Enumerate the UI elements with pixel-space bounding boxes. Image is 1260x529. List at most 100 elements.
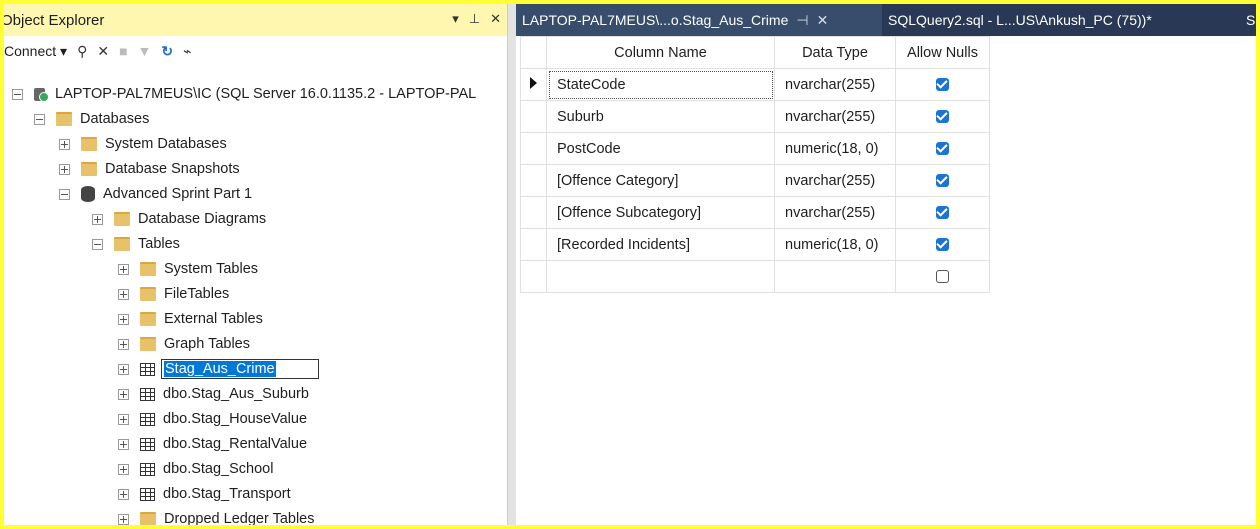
window-position-dropdown-icon[interactable]: ▾ [452,11,459,27]
tab-label: S [1246,12,1256,28]
column-name-cell[interactable]: [Recorded Incidents] [546,228,775,261]
column-name-cell[interactable]: StateCode [546,68,775,101]
table-row[interactable]: Suburb nvarchar(255) [520,100,990,133]
allow-nulls-checkbox[interactable] [936,78,949,92]
tree-node-table[interactable]: dbo.Stag_HouseValue [118,407,307,431]
tree-node-dropped-ledger-tables[interactable]: Dropped Ledger Tables [118,507,314,525]
folder-icon [140,512,156,525]
column-name-cell[interactable]: [Offence Category] [546,164,775,197]
allow-nulls-cell[interactable] [895,196,990,229]
collapse-toggle[interactable] [92,238,103,250]
tree-node-table[interactable]: dbo.Stag_Transport [118,482,291,506]
table-row[interactable]: [Offence Subcategory] nvarchar(255) [520,196,990,229]
tree-label: Database Diagrams [138,211,267,227]
tab-overflow[interactable]: S [1246,4,1255,36]
expand-toggle[interactable] [118,363,129,375]
allow-nulls-checkbox[interactable] [936,142,949,156]
tree-node-tables[interactable]: Tables [92,232,180,256]
expand-toggle[interactable] [118,513,129,525]
stop-icon[interactable]: ■ [119,43,127,59]
data-type-cell[interactable]: nvarchar(255) [774,164,896,197]
allow-nulls-cell[interactable] [895,260,990,293]
table-row[interactable]: [Offence Category] nvarchar(255) [520,164,990,197]
tree-node-system-tables[interactable]: System Tables [118,257,258,281]
pin-icon[interactable]: ⊥ [469,11,480,27]
connect-plug-icon[interactable]: ⚲ [77,43,87,60]
tree-node-database-diagrams[interactable]: Database Diagrams [92,207,266,231]
expand-toggle[interactable] [118,388,129,400]
column-name-cell[interactable]: [Offence Subcategory] [546,196,775,229]
row-selector[interactable] [520,132,547,165]
tree-node-external-tables[interactable]: External Tables [118,307,263,331]
row-selector[interactable] [520,260,547,293]
table-row[interactable]: StateCode nvarchar(255) [520,68,990,101]
refresh-icon[interactable]: ↻ [161,43,173,60]
tree-label: FileTables [164,286,230,302]
tree-node-filetables[interactable]: FileTables [118,282,229,306]
expand-toggle[interactable] [118,488,129,500]
column-name-cell[interactable]: Suburb [546,100,775,133]
object-explorer-title: Object Explorer [4,11,105,29]
tree-node-table[interactable]: dbo.Stag_School [118,457,273,481]
expand-toggle[interactable] [59,138,70,150]
expand-toggle[interactable] [92,213,103,225]
data-type-cell[interactable] [774,260,896,293]
collapse-toggle[interactable] [59,188,70,200]
tree-node-database-snapshots[interactable]: Database Snapshots [59,157,240,181]
allow-nulls-checkbox[interactable] [936,174,949,188]
allow-nulls-cell[interactable] [895,132,990,165]
tree-node-graph-tables[interactable]: Graph Tables [118,332,250,356]
allow-nulls-cell[interactable] [895,68,990,101]
allow-nulls-checkbox[interactable] [936,206,949,220]
tree-node-server[interactable]: LAPTOP-PAL7MEUS\IC (SQL Server 16.0.1135… [12,82,476,106]
expand-toggle[interactable] [118,338,129,350]
tab-close-icon[interactable]: ✕ [817,12,829,29]
expand-toggle[interactable] [59,163,70,175]
data-type-cell[interactable]: numeric(18, 0) [774,228,896,261]
expand-toggle[interactable] [118,463,129,475]
expand-toggle[interactable] [118,413,129,425]
table-row[interactable]: PostCode numeric(18, 0) [520,132,990,165]
data-type-header: Data Type [774,36,896,69]
activity-monitor-icon[interactable]: ⌁ [183,43,191,60]
disconnect-icon[interactable]: ✕ [97,43,109,60]
data-type-cell[interactable]: nvarchar(255) [774,100,896,133]
tree-node-system-databases[interactable]: System Databases [59,132,227,156]
expand-toggle[interactable] [118,313,129,325]
data-type-cell[interactable]: numeric(18, 0) [774,132,896,165]
rename-table-input[interactable]: Stag_Aus_Crime [161,359,319,379]
row-selector[interactable] [520,228,547,261]
tree-node-table-renaming[interactable]: Stag_Aus_Crime [118,357,319,381]
expand-toggle[interactable] [118,438,129,450]
collapse-toggle[interactable] [12,88,23,100]
connect-button[interactable]: Connect ▾ [4,43,67,60]
column-name-cell[interactable]: PostCode [546,132,775,165]
table-row[interactable]: [Recorded Incidents] numeric(18, 0) [520,228,990,261]
tab-table-designer[interactable]: LAPTOP-PAL7MEUS\...o.Stag_Aus_Crime ⊣ ✕ [516,4,882,36]
tab-pin-icon[interactable]: ⊣ [796,12,808,29]
collapse-toggle[interactable] [34,113,45,125]
tree-node-table[interactable]: dbo.Stag_Aus_Suburb [118,382,309,406]
column-name-cell[interactable] [546,260,775,293]
tree-node-databases[interactable]: Databases [34,107,149,131]
table-row-new[interactable] [520,260,990,293]
allow-nulls-cell[interactable] [895,228,990,261]
allow-nulls-checkbox[interactable] [936,270,949,284]
allow-nulls-cell[interactable] [895,100,990,133]
tree-node-database[interactable]: Advanced Sprint Part 1 [59,182,252,206]
row-selector[interactable] [520,68,547,101]
tab-sqlquery2[interactable]: SQLQuery2.sql - L...US\Ankush_PC (75))* [888,4,1152,36]
allow-nulls-cell[interactable] [895,164,990,197]
data-type-cell[interactable]: nvarchar(255) [774,68,896,101]
close-icon[interactable]: ✕ [490,11,501,27]
row-selector[interactable] [520,100,547,133]
expand-toggle[interactable] [118,263,129,275]
allow-nulls-checkbox[interactable] [936,110,949,124]
allow-nulls-checkbox[interactable] [936,238,949,252]
filter-icon[interactable]: ▼ [138,43,152,59]
tree-node-table[interactable]: dbo.Stag_RentalValue [118,432,307,456]
expand-toggle[interactable] [118,288,129,300]
data-type-cell[interactable]: nvarchar(255) [774,196,896,229]
row-selector[interactable] [520,164,547,197]
row-selector[interactable] [520,196,547,229]
